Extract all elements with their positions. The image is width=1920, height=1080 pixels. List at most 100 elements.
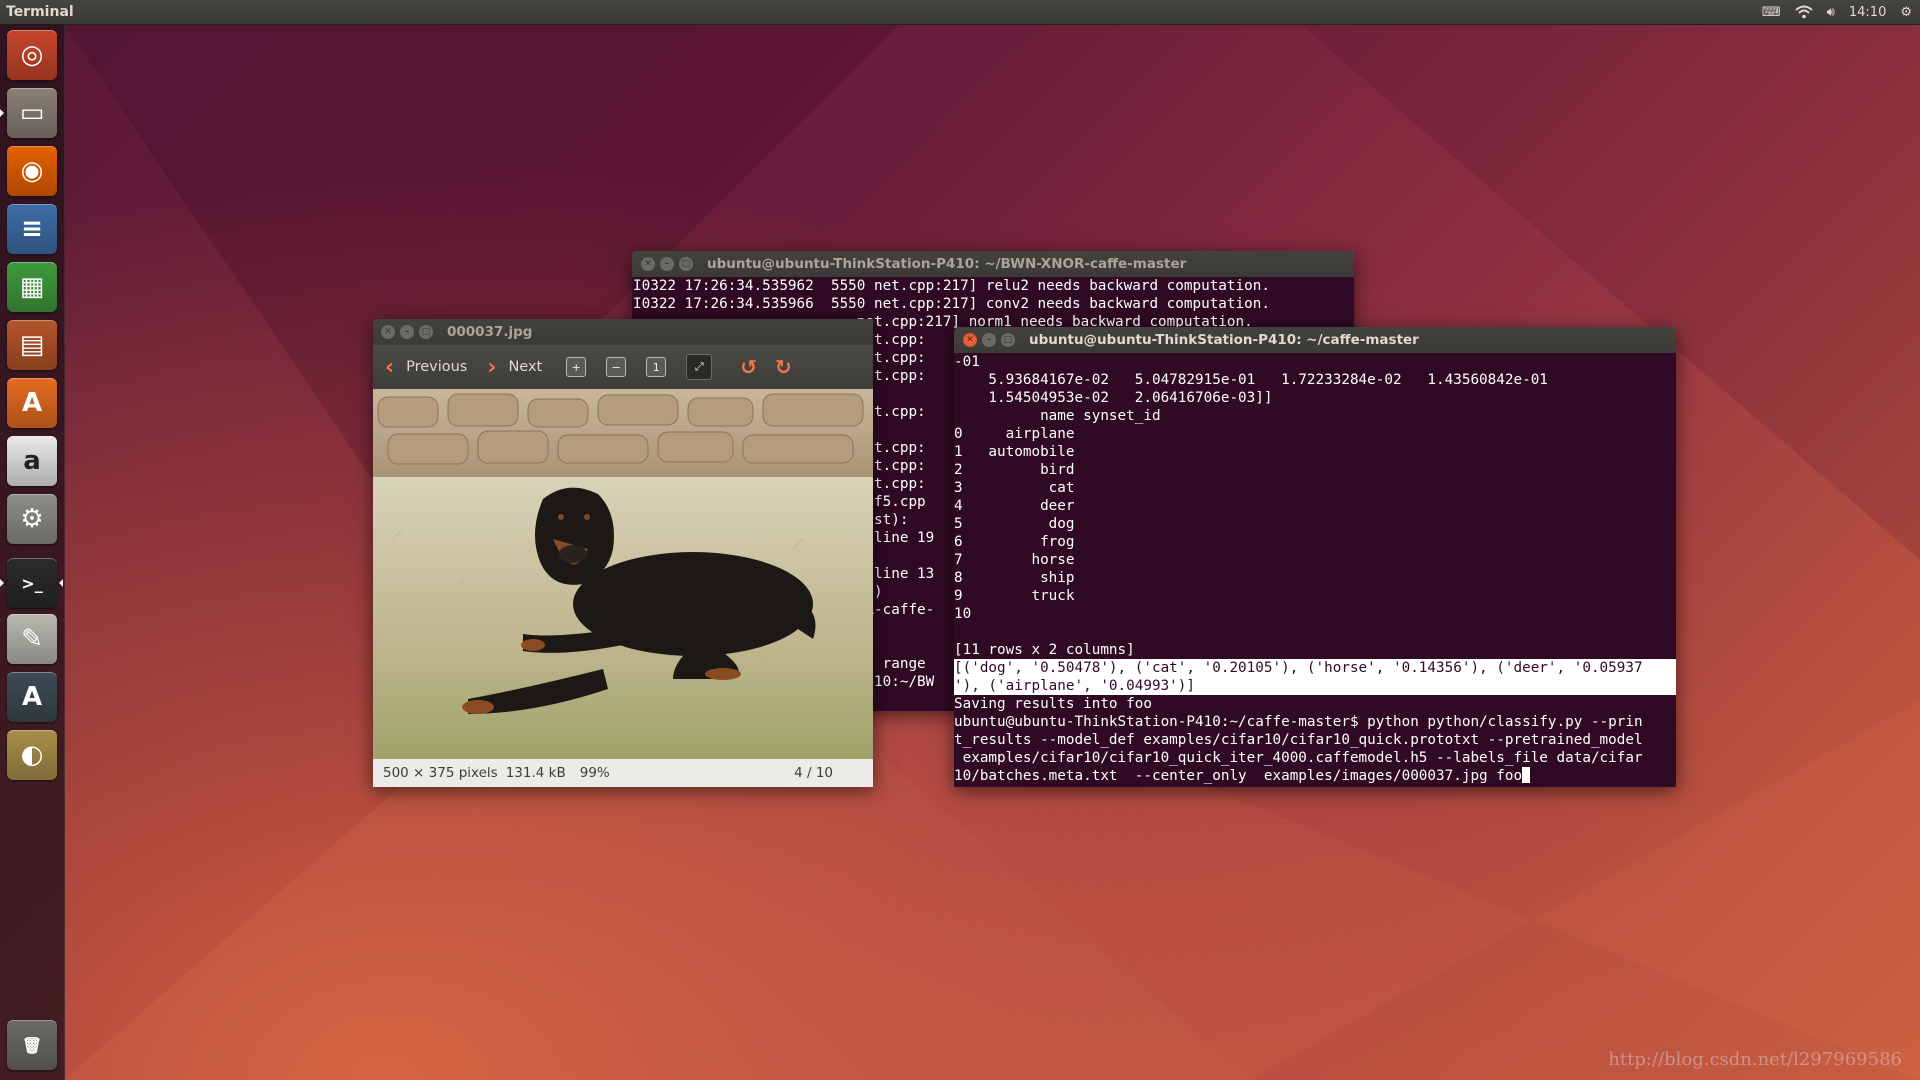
window-titlebar[interactable]: ✕ – □ ubuntu@ubuntu-ThinkStation-P410: ~… <box>632 251 1354 277</box>
zoom-level: 99% <box>579 765 610 781</box>
terminal-line: I0322 17:26:34.535962 5550 net.cpp:217] … <box>633 278 1270 294</box>
launcher-software-updater[interactable]: A <box>7 672 57 722</box>
maximize-icon[interactable]: □ <box>419 325 433 339</box>
rotate-left-icon[interactable]: ↺ <box>740 355 757 379</box>
launcher-libreoffice-calc[interactable]: ▦ <box>7 262 57 312</box>
previous-label: Previous <box>406 359 468 375</box>
keyboard-icon[interactable]: ⌨ <box>1762 5 1781 20</box>
terminal-icon: >_ <box>21 573 43 593</box>
terminal-text: examples/cifar10/cifar10_quick_iter_4000… <box>954 750 1643 766</box>
zoom-in-icon[interactable]: + <box>566 357 587 377</box>
image-viewer-icon: ◐ <box>20 740 44 770</box>
writer-document-icon: ≡ <box>21 214 43 244</box>
launcher: ◎ ▭ ◉ ≡ ▦ ▤ Aa ⚙ >_ ✎ A ◐ 🗑 <box>0 24 65 1080</box>
zoom-normal-icon[interactable]: 1 <box>646 357 667 377</box>
launcher-trash[interactable]: 🗑 <box>7 1020 57 1070</box>
launcher-libreoffice-writer[interactable]: ≡ <box>7 204 57 254</box>
close-icon[interactable]: ✕ <box>963 333 977 347</box>
close-icon[interactable]: ✕ <box>381 325 395 339</box>
text-cursor <box>1522 767 1531 783</box>
image-dimensions: 500 × 375 pixels <box>383 765 498 781</box>
running-indicator <box>0 579 4 587</box>
image-position: 4 / 10 <box>794 765 833 781</box>
zoom-out-icon[interactable]: − <box>606 357 627 377</box>
terminal-line: [11 rows x 2 columns] <box>954 642 1135 658</box>
indicator-area: ⌨ 🔊︎ 14:10 ⚙ <box>1762 5 1912 20</box>
clock[interactable]: 14:10 <box>1849 5 1886 20</box>
window-title: ubuntu@ubuntu-ThinkStation-P410: ~/BWN-X… <box>707 256 1187 272</box>
terminal-line: Saving results into foo <box>954 695 1676 713</box>
previous-button[interactable]: ‹ Previous <box>385 355 467 380</box>
terminal-line: I0322 17:26:34.535966 5550 net.cpp:217] … <box>633 296 1270 312</box>
terminal-line: 8 ship <box>954 570 1075 586</box>
launcher-terminal[interactable]: >_ <box>7 558 57 608</box>
next-button[interactable]: › Next <box>487 355 542 380</box>
terminal-line: 1 automobile <box>954 444 1075 460</box>
active-app-title: Terminal <box>6 4 74 20</box>
impress-presentation-icon: ▤ <box>19 330 45 360</box>
minimize-icon[interactable]: – <box>660 257 674 271</box>
minimize-icon[interactable]: – <box>400 325 414 339</box>
zoom-fit-icon[interactable]: ⤢ <box>686 354 713 380</box>
terminal-line: 1.54504953e-02 2.06416706e-03]] <box>954 390 1273 406</box>
terminal-line: -01 <box>954 354 980 370</box>
image-viewer-window[interactable]: ✕ – □ 000037.jpg ‹ Previous › Next + − 1… <box>373 319 873 787</box>
chevron-left-icon: ‹ <box>385 354 395 380</box>
selected-output-line[interactable]: [('dog', '0.50478'), ('cat', '0.20105'),… <box>954 659 1676 677</box>
maximize-icon[interactable]: □ <box>1001 333 1015 347</box>
command-line: examples/cifar10/cifar10_quick_iter_4000… <box>954 749 1676 767</box>
chevron-right-icon: › <box>487 354 497 380</box>
close-icon[interactable]: ✕ <box>641 257 655 271</box>
watermark-url: http://blog.csdn.net/l297969586 <box>1608 1049 1902 1070</box>
terminal-line: 5 dog <box>954 516 1075 532</box>
minimize-icon[interactable]: – <box>982 333 996 347</box>
launcher-amazon[interactable]: a <box>7 436 57 486</box>
terminal-text: Saving results into foo <box>954 696 1152 712</box>
launcher-software-center[interactable]: A <box>7 378 57 428</box>
next-label: Next <box>508 359 543 375</box>
volume-icon[interactable]: 🔊︎ <box>1827 5 1835 20</box>
window-title: ubuntu@ubuntu-ThinkStation-P410: ~/caffe… <box>1029 332 1419 348</box>
terminal-text: 10/batches.meta.txt --center_only exampl… <box>954 768 1523 784</box>
selected-output-line[interactable]: '), ('airplane', '0.04993')] <box>954 677 1676 695</box>
file-cabinet-icon: ▭ <box>19 98 45 128</box>
settings-icon[interactable]: ⚙ <box>1900 5 1912 20</box>
terminal-output[interactable]: -01 5.93684167e-02 5.04782915e-01 1.7223… <box>954 353 1676 787</box>
terminal-window-caffe[interactable]: ✕ – □ ubuntu@ubuntu-ThinkStation-P410: ~… <box>954 327 1676 787</box>
terminal-text: t_results --model_def examples/cifar10/c… <box>954 732 1643 748</box>
terminal-line: 10 <box>954 606 972 622</box>
launcher-ubuntu-dash[interactable]: ◎ <box>7 30 57 80</box>
terminal-line: 3 cat <box>954 480 1075 496</box>
command-line: ubuntu@ubuntu-ThinkStation-P410:~/caffe-… <box>954 713 1676 731</box>
window-title: 000037.jpg <box>447 324 533 340</box>
rotate-right-icon[interactable]: ↻ <box>775 355 792 379</box>
firefox-icon: ◉ <box>20 156 44 186</box>
top-panel: Terminal ⌨ 🔊︎ 14:10 ⚙ <box>0 0 1920 24</box>
wrench-gear-icon: ⚙ <box>20 504 44 534</box>
launcher-text-editor[interactable]: ✎ <box>7 614 57 664</box>
window-titlebar[interactable]: ✕ – □ 000037.jpg <box>373 319 873 345</box>
terminal-text: ubuntu@ubuntu-ThinkStation-P410:~/caffe-… <box>954 714 1643 730</box>
ubuntu-logo-icon: ◎ <box>20 40 44 70</box>
launcher-files[interactable]: ▭ <box>7 88 57 138</box>
shopping-bag-icon: A <box>21 388 43 418</box>
wifi-icon[interactable] <box>1795 5 1813 19</box>
launcher-image-viewer[interactable]: ◐ <box>7 730 57 780</box>
viewer-toolbar: ‹ Previous › Next + − 1 ⤢ ↺ ↻ <box>373 345 873 389</box>
terminal-line: name synset_id <box>954 408 1161 424</box>
calc-spreadsheet-icon: ▦ <box>19 272 45 302</box>
amazon-icon: a <box>23 446 41 476</box>
updater-icon: A <box>21 682 43 712</box>
maximize-icon[interactable]: □ <box>679 257 693 271</box>
focus-indicator <box>59 579 63 587</box>
terminal-line: 7 horse <box>954 552 1075 568</box>
dog-photo[interactable] <box>373 389 873 759</box>
trash-icon: 🗑 <box>21 1035 43 1055</box>
command-line: t_results --model_def examples/cifar10/c… <box>954 731 1676 749</box>
launcher-system-settings[interactable]: ⚙ <box>7 494 57 544</box>
launcher-libreoffice-impress[interactable]: ▤ <box>7 320 57 370</box>
window-titlebar[interactable]: ✕ – □ ubuntu@ubuntu-ThinkStation-P410: ~… <box>954 327 1676 353</box>
launcher-firefox[interactable]: ◉ <box>7 146 57 196</box>
terminal-line: 9 truck <box>954 588 1075 604</box>
